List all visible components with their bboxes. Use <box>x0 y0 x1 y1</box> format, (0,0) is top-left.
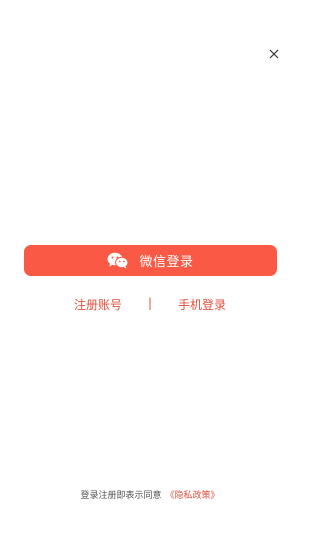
wechat-login-label: 微信登录 <box>139 255 194 270</box>
wechat-icon <box>107 252 129 269</box>
agreement-text: 登录注册即表示同意 <box>80 491 162 501</box>
privacy-policy-link[interactable]: 《隐私政策》 <box>166 491 220 501</box>
agreement-notice: 登录注册即表示同意 《隐私政策》 <box>0 488 300 501</box>
close-button[interactable] <box>266 46 282 62</box>
alternative-login-row: 注册账号 | 手机登录 <box>0 296 300 312</box>
close-icon <box>269 49 279 59</box>
link-separator: | <box>148 296 153 310</box>
phone-login-link[interactable]: 手机登录 <box>178 296 226 313</box>
register-account-link[interactable]: 注册账号 <box>74 296 122 313</box>
wechat-login-button[interactable]: 微信登录 <box>24 245 277 276</box>
